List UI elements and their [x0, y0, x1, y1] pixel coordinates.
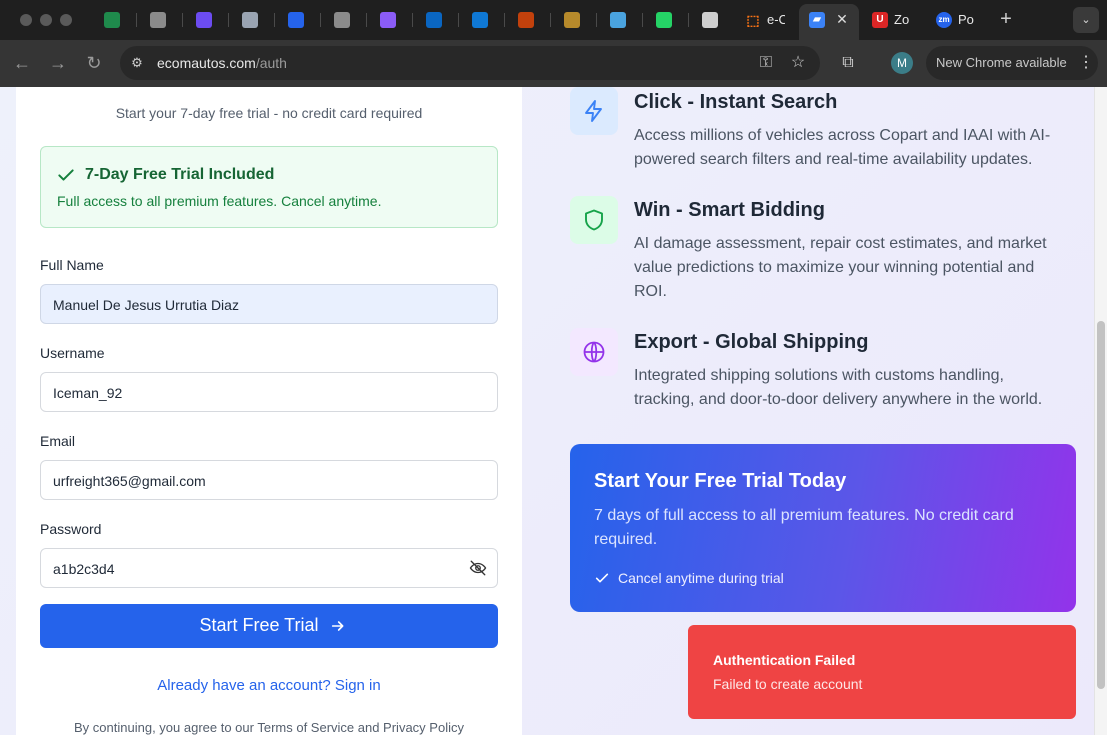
spiral-icon[interactable]	[288, 12, 304, 28]
trial-description: Full access to all premium features. Can…	[57, 193, 382, 209]
full-name-label: Full Name	[40, 257, 104, 273]
feature-desc-bidding: AI damage assessment, repair cost estima…	[634, 235, 1047, 300]
feature-desc-shipping: Integrated shipping solutions with custo…	[634, 367, 1043, 408]
tab-separator	[136, 13, 137, 27]
s-logo-icon[interactable]	[196, 12, 212, 28]
promo-title: Start Your Free Trial Today	[594, 470, 847, 492]
eye-off-icon[interactable]	[468, 559, 488, 577]
robot-icon[interactable]	[610, 12, 626, 28]
bookmark-star-icon[interactable]: ☆	[788, 53, 808, 73]
tab-separator	[458, 13, 459, 27]
sign-in-link[interactable]: Already have an account? Sign in	[16, 677, 522, 694]
password-key-icon[interactable]: ⚿	[756, 53, 776, 73]
close-window-button[interactable]	[20, 14, 32, 26]
linkedin-icon[interactable]	[426, 12, 442, 28]
trial-info-box	[40, 146, 498, 228]
site-info-icon[interactable]: ⚙	[128, 54, 146, 72]
gear-icon[interactable]	[242, 12, 258, 28]
tab-separator	[412, 13, 413, 27]
lightning-icon	[585, 100, 602, 122]
zoom-window-button[interactable]	[60, 14, 72, 26]
whatsapp-icon[interactable]	[656, 12, 672, 28]
forward-arrow-icon[interactable]: →	[46, 52, 70, 74]
document-icon[interactable]	[150, 12, 166, 28]
tab-separator	[274, 13, 275, 27]
signup-subtitle: Start your 7-day free trial - no credit …	[115, 105, 423, 121]
tab-zoho-title[interactable]: Zo	[894, 12, 914, 27]
tab-separator	[228, 13, 229, 27]
globe-icon[interactable]	[334, 12, 350, 28]
tab-separator	[642, 13, 643, 27]
new-tab-icon[interactable]: +	[996, 8, 1016, 30]
browser-menu-icon[interactable]: ⋮	[1078, 53, 1094, 73]
globe-icon	[583, 341, 605, 363]
update-chrome-label: New Chrome available	[936, 55, 1067, 70]
toast-title: Authentication Failed	[713, 652, 856, 668]
username-label: Username	[40, 345, 105, 361]
extensions-puzzle-icon[interactable]: ⧉	[838, 53, 858, 73]
terms-text: By continuing, you agree to our Terms of…	[74, 720, 464, 735]
arrow-right-icon	[331, 621, 344, 631]
tab-separator	[688, 13, 689, 27]
feature-icon-box-search	[570, 87, 618, 135]
username-value: Iceman_92	[53, 385, 123, 401]
tab-separator	[550, 13, 551, 27]
tab-separator	[320, 13, 321, 27]
check-icon	[595, 573, 609, 583]
url-path: /auth	[255, 55, 287, 71]
check-icon	[58, 169, 74, 181]
start-free-trial-label: Start Free Trial	[199, 615, 319, 635]
shield-icon[interactable]	[104, 12, 120, 28]
feature-title-search: Click - Instant Search	[634, 91, 838, 113]
m-logo-icon[interactable]	[380, 12, 396, 28]
full-name-value: Manuel De Jesus Urrutia Diaz	[53, 297, 239, 313]
car-icon[interactable]	[518, 12, 534, 28]
tab-zoom-title[interactable]: Po	[958, 12, 976, 27]
url-text[interactable]: ecomautos.com/auth	[157, 55, 287, 71]
tab-separator	[182, 13, 183, 27]
url-host: ecomautos.com	[157, 55, 256, 71]
shield-icon	[585, 209, 603, 231]
feature-desc-search: Access millions of vehicles across Copar…	[634, 127, 1051, 168]
profile-avatar[interactable]: M	[891, 52, 913, 74]
email-value: urfreight365@gmail.com	[53, 473, 206, 489]
trial-title: 7-Day Free Trial Included	[85, 166, 275, 183]
toast-description: Failed to create account	[713, 676, 863, 692]
zoom-tab-icon: zm	[936, 12, 952, 28]
email-label: Email	[40, 433, 76, 449]
feature-title-bidding: Win - Smart Bidding	[634, 199, 825, 221]
scrollbar-thumb[interactable]	[1097, 321, 1105, 689]
back-arrow-icon[interactable]: ←	[10, 52, 34, 74]
password-value: a1b2c3d4	[53, 561, 115, 577]
bank-icon[interactable]	[564, 12, 580, 28]
reload-icon[interactable]: ↻	[82, 52, 106, 74]
error-toast[interactable]	[688, 625, 1076, 719]
ecom-tab-icon: ⬚	[746, 12, 760, 28]
openai-icon[interactable]	[702, 12, 718, 28]
tab-separator	[366, 13, 367, 27]
tab-search-chevron-icon[interactable]: ⌄	[1073, 7, 1099, 33]
feature-title-shipping: Export - Global Shipping	[634, 331, 869, 353]
feature-icon-box-shipping	[570, 328, 618, 376]
tab-ecom-title[interactable]: e-C	[767, 12, 785, 27]
feature-icon-box-bidding	[570, 196, 618, 244]
promo-description: 7 days of full access to all premium fea…	[594, 507, 1014, 548]
auth-page: Start your 7-day free trial - no credit …	[0, 87, 1107, 735]
minimize-window-button[interactable]	[40, 14, 52, 26]
tab-separator	[504, 13, 505, 27]
tab-separator	[596, 13, 597, 27]
close-tab-icon[interactable]: ✕	[833, 10, 851, 28]
password-label: Password	[40, 521, 102, 537]
outlook-icon[interactable]	[472, 12, 488, 28]
promo-cancel-note: Cancel anytime during trial	[618, 570, 784, 586]
zoho-tab-icon: U	[872, 12, 888, 28]
car-icon: ▰	[809, 12, 825, 28]
